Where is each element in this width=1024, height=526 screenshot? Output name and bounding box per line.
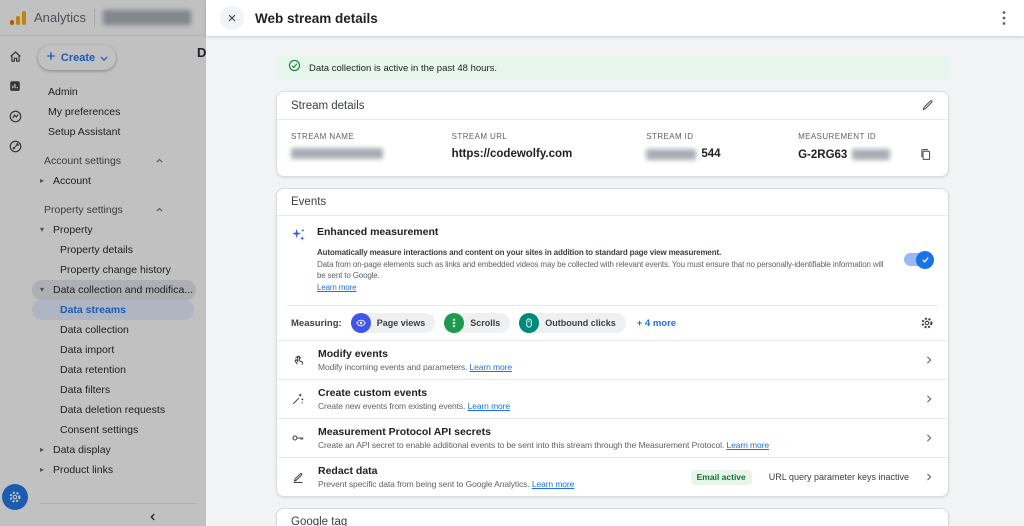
measuring-label: Measuring: xyxy=(291,317,342,329)
chevron-right-icon[interactable] xyxy=(924,433,934,443)
row-title: Modify events xyxy=(318,348,389,361)
row-create-custom-events[interactable]: Create custom events Create new events f… xyxy=(277,379,948,418)
stream-details-header: Stream details xyxy=(277,92,948,120)
learn-more-link[interactable]: Learn more xyxy=(532,479,575,489)
events-header: Events xyxy=(277,189,948,216)
row-measurement-protocol-api-secrets[interactable]: Measurement Protocol API secrets Create … xyxy=(277,418,948,457)
row-modify-events[interactable]: Modify events Modify incoming events and… xyxy=(277,340,948,379)
stream-id-redacted xyxy=(646,148,697,160)
app-window: Analytics Create Admin My preferences Se… xyxy=(0,0,1024,526)
data-collection-status-banner: Data collection is active in the past 48… xyxy=(276,56,949,80)
learn-more-link[interactable]: Learn more xyxy=(470,362,513,372)
close-icon[interactable]: × xyxy=(220,6,244,30)
edit-pencil-icon[interactable] xyxy=(921,99,934,112)
chevron-right-icon[interactable] xyxy=(924,394,934,404)
chevron-right-icon[interactable] xyxy=(924,472,934,482)
field-stream-id: STREAM ID 544 xyxy=(646,132,798,161)
magic-wand-icon xyxy=(291,392,307,406)
learn-more-link[interactable]: Learn more xyxy=(468,401,511,411)
redact-pen-icon xyxy=(291,470,307,484)
events-card: Events Enhanced measurement Automaticall… xyxy=(276,188,949,498)
url-query-inactive-status: URL query parameter keys inactive xyxy=(768,472,909,483)
background-left-chrome: Analytics Create Admin My preferences Se… xyxy=(0,0,206,526)
row-redact-data[interactable]: Redact data Prevent specific data from b… xyxy=(277,457,948,496)
row-title: Redact data xyxy=(318,465,378,478)
key-icon xyxy=(291,431,307,445)
google-tag-header: Google tag xyxy=(277,509,948,526)
kebab-menu-icon[interactable] xyxy=(998,6,1010,30)
enhanced-measurement-section: Enhanced measurement Automatically measu… xyxy=(277,216,948,305)
check-circle-icon xyxy=(288,59,301,77)
mouse-icon xyxy=(519,313,540,334)
toggle-thumb-check-icon xyxy=(916,250,934,269)
banner-text: Data collection is active in the past 48… xyxy=(309,62,497,74)
field-label: STREAM URL xyxy=(451,132,508,141)
scroll-arrows-icon xyxy=(444,313,465,334)
row-desc: Prevent specific data from being sent to… xyxy=(318,479,530,490)
learn-more-link[interactable]: Learn more xyxy=(726,440,769,450)
measuring-chip-page-views: Page views xyxy=(350,313,436,334)
web-stream-details-dialog: × Web stream details Data collection is … xyxy=(206,0,1024,526)
enhanced-measurement-toggle[interactable] xyxy=(904,250,934,269)
eye-icon xyxy=(350,313,371,334)
more-chips-link[interactable]: + 4 more xyxy=(637,318,676,329)
measurement-id-redacted xyxy=(852,149,891,160)
enhanced-measurement-desc-2: Data from on-page elements such as links… xyxy=(317,259,884,281)
stream-name-redacted xyxy=(291,148,383,159)
field-value: https://codewolfy.com xyxy=(451,148,573,160)
chip-label: Scrolls xyxy=(470,318,501,329)
row-desc: Create an API secret to enable additiona… xyxy=(318,440,725,451)
learn-more-link[interactable]: Learn more xyxy=(317,283,357,292)
dialog-header: × Web stream details xyxy=(206,0,1024,36)
dialog-title: Web stream details xyxy=(255,10,378,26)
sparkle-icon xyxy=(291,226,307,293)
email-active-badge: Email active xyxy=(690,469,752,485)
modal-scrim[interactable] xyxy=(0,0,206,526)
enhanced-measurement-text: Enhanced measurement Automatically measu… xyxy=(317,226,894,293)
chip-label: Page views xyxy=(376,318,426,329)
card-title: Events xyxy=(291,196,327,208)
field-value: 544 xyxy=(701,148,721,160)
measuring-chip-outbound-clicks: Outbound clicks xyxy=(519,313,626,334)
card-title: Google tag xyxy=(291,516,348,526)
measuring-row: Measuring: Page views Scrolls Outbound c… xyxy=(277,306,948,340)
row-desc: Create new events from existing events. xyxy=(318,401,466,412)
measuring-chip-scrolls: Scrolls xyxy=(444,313,511,334)
stream-details-fields: STREAM NAME STREAM URL https://codewolfy… xyxy=(277,120,948,176)
row-title: Measurement Protocol API secrets xyxy=(318,426,491,439)
field-value: G-2RG63 xyxy=(798,148,848,161)
touch-icon xyxy=(291,353,307,367)
copy-icon[interactable] xyxy=(919,148,932,161)
field-label: MEASUREMENT ID xyxy=(798,132,877,141)
row-desc: Modify incoming events and parameters. xyxy=(318,362,468,373)
field-measurement-id: MEASUREMENT ID G-2RG63 xyxy=(798,132,934,161)
field-stream-url: STREAM URL https://codewolfy.com xyxy=(452,132,647,161)
gear-icon[interactable] xyxy=(920,316,934,330)
chip-label: Outbound clicks xyxy=(545,318,616,329)
card-title: Stream details xyxy=(291,99,365,112)
dialog-content: Data collection is active in the past 48… xyxy=(206,36,1024,526)
field-label: STREAM ID xyxy=(646,132,694,141)
field-label: STREAM NAME xyxy=(291,132,355,141)
enhanced-measurement-desc-1: Automatically measure interactions and c… xyxy=(317,248,722,257)
stream-details-card: Stream details STREAM NAME STREAM URL ht… xyxy=(276,91,949,177)
chevron-right-icon[interactable] xyxy=(924,355,934,365)
google-tag-card: Google tag Configure tag settings Config… xyxy=(276,508,949,526)
row-title: Create custom events xyxy=(318,387,428,400)
enhanced-measurement-title: Enhanced measurement xyxy=(317,226,439,238)
field-stream-name: STREAM NAME xyxy=(291,132,452,161)
